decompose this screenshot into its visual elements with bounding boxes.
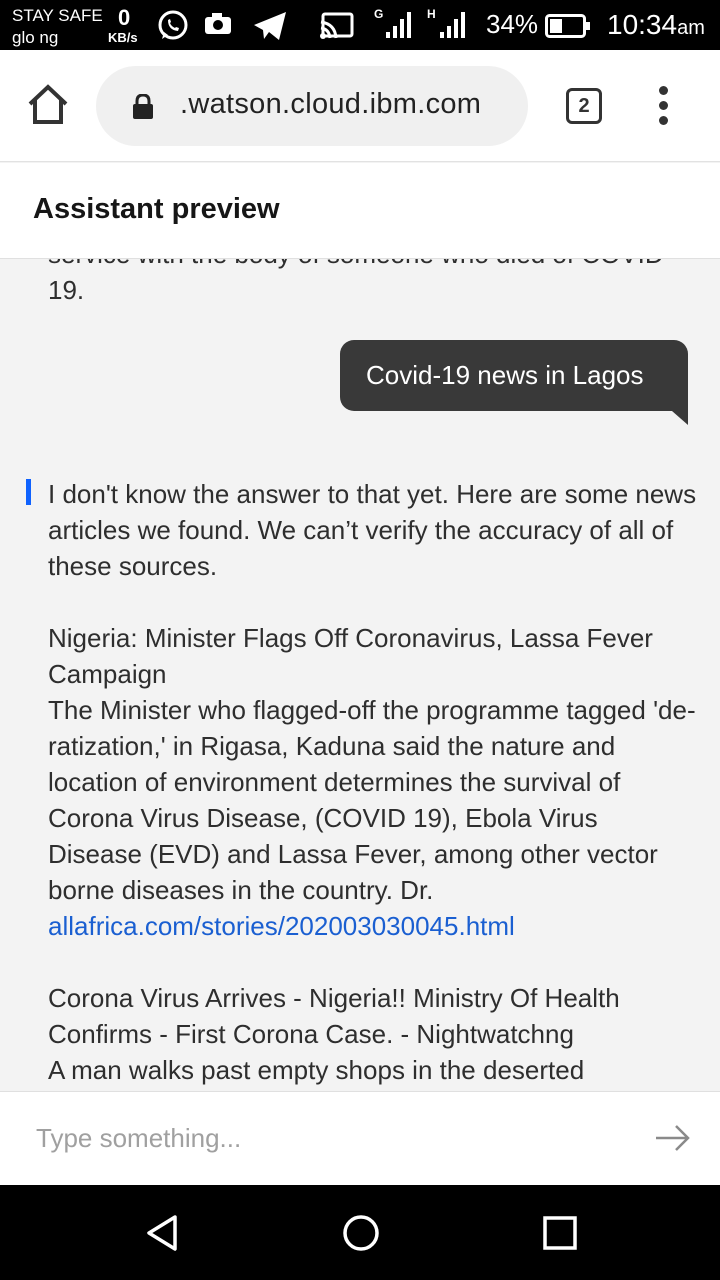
network-speed-unit: KB/s	[108, 30, 138, 45]
menu-dot-icon	[659, 86, 668, 95]
recents-icon[interactable]	[540, 1213, 580, 1253]
system-nav-bar	[0, 1185, 720, 1280]
article-summary: The Minister who flagged-off the program…	[48, 695, 696, 905]
previous-bot-message: service with the body of someone who die…	[48, 259, 672, 305]
telegram-icon	[254, 12, 286, 40]
svg-text:G: G	[374, 7, 383, 21]
menu-dot-icon	[659, 101, 668, 110]
status-bar: STAY SAFE glo ng 0 KB/s G H 34% 10:34am	[0, 0, 720, 50]
clock: 10:34am	[607, 9, 705, 40]
article-title: Corona Virus Arrives - Nigeria!! Ministr…	[48, 983, 620, 1049]
page-title: Assistant preview	[33, 193, 280, 225]
user-message-bubble: Covid-19 news in Lagos	[340, 340, 688, 411]
tab-switcher-button[interactable]: 2	[566, 88, 602, 124]
battery-percent: 34%	[486, 9, 539, 39]
carrier-label: STAY SAFE	[12, 6, 103, 25]
article-title: Nigeria: Minister Flags Off Coronavirus,…	[48, 623, 653, 689]
url-text[interactable]: .watson.cloud.ibm.com	[180, 88, 481, 121]
carrier-name: glo ng	[12, 28, 59, 47]
menu-dot-icon	[659, 116, 668, 125]
home-nav-icon[interactable]	[341, 1213, 381, 1253]
svg-text:H: H	[427, 7, 436, 21]
article-item: Corona Virus Arrives - Nigeria!! Ministr…	[48, 980, 698, 1088]
article-link[interactable]: allafrica.com/stories/202003030045.html	[48, 911, 515, 941]
signal-icon-2: H	[427, 7, 465, 38]
camera-icon	[205, 13, 231, 34]
whatsapp-icon	[158, 10, 188, 40]
overflow-menu-button[interactable]	[652, 86, 676, 126]
signal-icon-1: G	[374, 7, 411, 38]
bot-message: I don't know the answer to that yet. Her…	[48, 476, 698, 1091]
article-summary: A man walks past empty shops in the dese…	[48, 1055, 585, 1085]
address-bar[interactable]: .watson.cloud.ibm.com	[96, 66, 528, 146]
lock-icon	[133, 94, 153, 119]
cast-icon	[320, 12, 354, 39]
browser-toolbar: .watson.cloud.ibm.com 2	[0, 50, 720, 162]
assistant-header: Assistant preview	[0, 163, 720, 259]
home-icon[interactable]	[26, 82, 70, 126]
bubble-tail	[672, 411, 688, 425]
back-icon[interactable]	[143, 1213, 183, 1253]
bot-message-indicator	[26, 479, 31, 505]
network-speed: 0	[118, 5, 131, 30]
message-input[interactable]	[36, 1120, 596, 1156]
battery-icon	[545, 14, 590, 38]
send-arrow-icon[interactable]	[654, 1120, 692, 1156]
message-input-bar	[0, 1091, 720, 1185]
article-item: Nigeria: Minister Flags Off Coronavirus,…	[48, 620, 698, 944]
bot-intro-text: I don't know the answer to that yet. Her…	[48, 479, 697, 581]
chat-transcript[interactable]: service with the body of someone who die…	[0, 259, 720, 1091]
